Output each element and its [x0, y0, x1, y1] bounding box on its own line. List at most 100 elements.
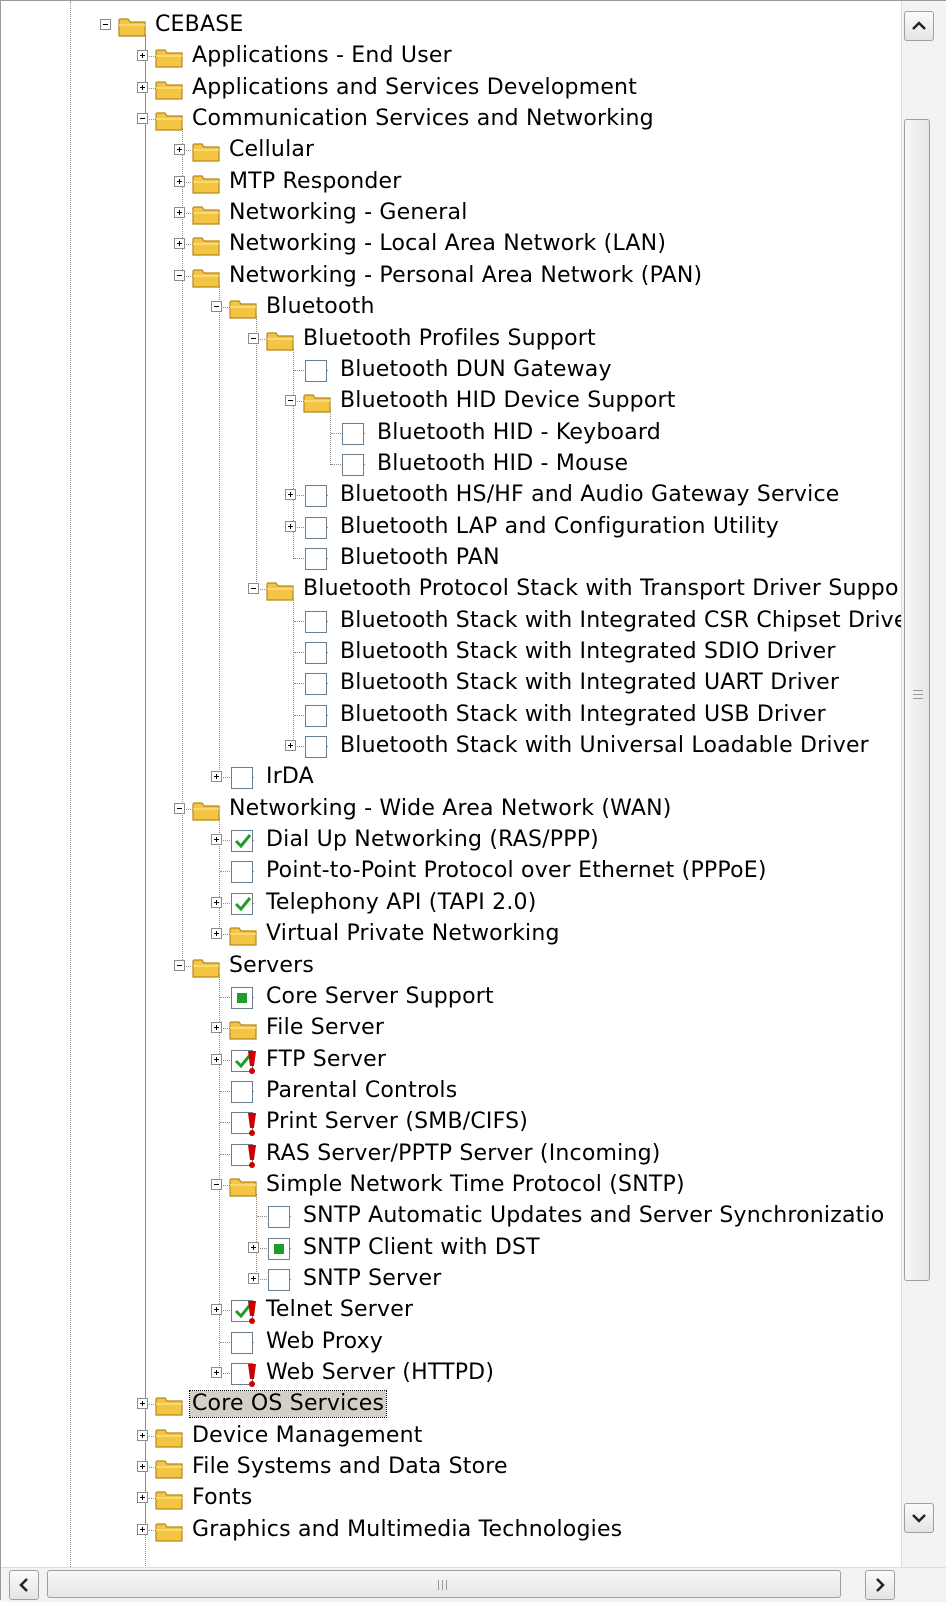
- scroll-up-button[interactable]: [904, 11, 934, 41]
- expand-icon[interactable]: [285, 520, 296, 532]
- collapse-icon[interactable]: [248, 332, 259, 344]
- collapse-icon[interactable]: [248, 583, 259, 595]
- collapse-icon[interactable]: [137, 113, 148, 125]
- tree-item-sntp-server[interactable]: SNTP Server: [1, 1265, 929, 1295]
- tree-item-point-to-point-protocol-over-ethernet-pppoe[interactable]: Point-to-Point Protocol over Ethernet (P…: [1, 857, 929, 887]
- checkbox[interactable]: [342, 453, 364, 476]
- tree-item-bluetooth-stack-with-integrated-uart-driver[interactable]: Bluetooth Stack with Integrated UART Dri…: [1, 669, 929, 699]
- collapse-icon[interactable]: [285, 395, 296, 407]
- tree-item-bluetooth-hid-mouse[interactable]: Bluetooth HID - Mouse: [1, 450, 929, 480]
- tree-item-mtp-responder[interactable]: MTP Responder: [1, 168, 929, 198]
- checkbox[interactable]: [231, 1080, 253, 1103]
- tree-item-web-server-httpd[interactable]: Web Server (HTTPD): [1, 1359, 929, 1389]
- tree-item-bluetooth[interactable]: Bluetooth: [1, 293, 929, 323]
- tree-item-fonts[interactable]: Fonts: [1, 1484, 929, 1514]
- checkbox[interactable]: [305, 516, 327, 539]
- checkbox[interactable]: [305, 736, 327, 759]
- checkbox[interactable]: [268, 1206, 290, 1229]
- expand-icon[interactable]: [211, 834, 222, 846]
- tree-item-networking-general[interactable]: Networking - General: [1, 199, 929, 229]
- expand-icon[interactable]: [211, 1053, 222, 1065]
- checkbox[interactable]: [231, 767, 253, 790]
- expand-icon[interactable]: [211, 928, 222, 940]
- vertical-scrollbar[interactable]: [901, 1, 946, 1567]
- scroll-left-button[interactable]: [9, 1570, 39, 1600]
- checkbox[interactable]: [305, 547, 327, 570]
- expand-icon[interactable]: [137, 81, 148, 93]
- expand-icon[interactable]: [285, 740, 296, 752]
- tree-item-sntp-client-with-dst[interactable]: SNTP Client with DST: [1, 1234, 929, 1264]
- tree-item-irda[interactable]: IrDA: [1, 763, 929, 793]
- collapse-icon[interactable]: [211, 301, 222, 313]
- tree-item-telnet-server[interactable]: Telnet Server: [1, 1296, 929, 1326]
- expand-icon[interactable]: [137, 1461, 148, 1473]
- tree-item-networking-wide-area-network-wan[interactable]: Networking - Wide Area Network (WAN): [1, 795, 929, 825]
- expand-icon[interactable]: [211, 1022, 222, 1034]
- expand-icon[interactable]: [248, 1241, 259, 1253]
- collapse-icon[interactable]: [100, 19, 111, 30]
- checkbox[interactable]: [231, 1331, 253, 1354]
- expand-icon[interactable]: [248, 1273, 259, 1284]
- tree-item-bluetooth-stack-with-integrated-sdio-driver[interactable]: Bluetooth Stack with Integrated SDIO Dri…: [1, 638, 929, 668]
- expand-icon[interactable]: [174, 144, 185, 156]
- vertical-scroll-thumb[interactable]: [904, 119, 930, 1281]
- expand-icon[interactable]: [137, 1492, 148, 1504]
- expand-icon[interactable]: [174, 207, 185, 219]
- tree-item-bluetooth-hid-device-support[interactable]: Bluetooth HID Device Support: [1, 387, 929, 417]
- checkbox[interactable]: [305, 704, 327, 727]
- horizontal-scrollbar[interactable]: [1, 1567, 946, 1602]
- expand-icon[interactable]: [137, 50, 148, 62]
- expand-icon[interactable]: [285, 489, 296, 501]
- expand-icon[interactable]: [137, 1429, 148, 1441]
- tree-item-parental-controls[interactable]: Parental Controls: [1, 1077, 929, 1107]
- tree-item-bluetooth-stack-with-integrated-csr-chipset-drive[interactable]: Bluetooth Stack with Integrated CSR Chip…: [1, 607, 929, 637]
- tree-item-bluetooth-stack-with-universal-loadable-driver[interactable]: Bluetooth Stack with Universal Loadable …: [1, 732, 929, 762]
- tree-item-bluetooth-profiles-support[interactable]: Bluetooth Profiles Support: [1, 325, 929, 355]
- tree-item-communication-services-and-networking[interactable]: Communication Services and Networking: [1, 105, 929, 135]
- checkbox[interactable]: [231, 830, 253, 853]
- tree-item-bluetooth-hid-keyboard[interactable]: Bluetooth HID - Keyboard: [1, 419, 929, 449]
- tree-item-file-server[interactable]: File Server: [1, 1014, 929, 1044]
- checkbox[interactable]: [268, 1269, 290, 1291]
- expand-icon[interactable]: [137, 1398, 148, 1410]
- tree-item-core-server-support[interactable]: Core Server Support: [1, 983, 929, 1013]
- tree-item-telephony-api-tapi-2-0[interactable]: Telephony API (TAPI 2.0): [1, 889, 929, 919]
- expand-icon[interactable]: [211, 896, 222, 908]
- horizontal-scroll-thumb[interactable]: [47, 1570, 841, 1598]
- tree-item-web-proxy[interactable]: Web Proxy: [1, 1328, 929, 1358]
- tree-item-ftp-server[interactable]: FTP Server: [1, 1046, 929, 1076]
- checkbox[interactable]: [268, 1237, 290, 1260]
- tree-item-networking-local-area-network-lan[interactable]: Networking - Local Area Network (LAN): [1, 230, 929, 260]
- tree-item-device-management[interactable]: Device Management: [1, 1422, 929, 1452]
- tree-item-cebase[interactable]: CEBASE: [1, 11, 929, 41]
- checkbox[interactable]: [305, 359, 327, 382]
- catalog-tree[interactable]: CEBASE Applications - End User Application…: [1, 1, 929, 1567]
- collapse-icon[interactable]: [174, 269, 185, 281]
- expand-icon[interactable]: [211, 1304, 222, 1316]
- tree-item-bluetooth-pan[interactable]: Bluetooth PAN: [1, 544, 929, 574]
- tree-item-virtual-private-networking[interactable]: Virtual Private Networking: [1, 920, 929, 950]
- tree-item-servers[interactable]: Servers: [1, 952, 929, 982]
- checkbox[interactable]: [305, 610, 327, 633]
- tree-item-bluetooth-lap-and-configuration-utility[interactable]: Bluetooth LAP and Configuration Utility: [1, 513, 929, 543]
- tree-item-file-systems-and-data-store[interactable]: File Systems and Data Store: [1, 1453, 929, 1483]
- tree-item-graphics-and-multimedia-technologies[interactable]: Graphics and Multimedia Technologies: [1, 1516, 929, 1546]
- checkbox[interactable]: [342, 422, 364, 445]
- tree-item-networking-personal-area-network-pan[interactable]: Networking - Personal Area Network (PAN): [1, 262, 929, 292]
- checkbox[interactable]: [231, 892, 253, 915]
- tree-item-bluetooth-dun-gateway[interactable]: Bluetooth DUN Gateway: [1, 356, 929, 386]
- collapse-icon[interactable]: [211, 1178, 222, 1190]
- checkbox[interactable]: [231, 986, 253, 1009]
- tree-item-bluetooth-hs-hf-and-audio-gateway-service[interactable]: Bluetooth HS/HF and Audio Gateway Servic…: [1, 481, 929, 511]
- tree-item-dial-up-networking-ras-ppp[interactable]: Dial Up Networking (RAS/PPP): [1, 826, 929, 856]
- checkbox[interactable]: [305, 485, 327, 508]
- tree-item-applications-end-user[interactable]: Applications - End User: [1, 42, 929, 72]
- collapse-icon[interactable]: [174, 959, 185, 971]
- tree-item-sntp-automatic-updates-and-server-synchronizatio[interactable]: SNTP Automatic Updates and Server Synchr…: [1, 1202, 929, 1232]
- tree-item-print-server-smb-cifs[interactable]: Print Server (SMB/CIFS): [1, 1108, 929, 1138]
- collapse-icon[interactable]: [174, 802, 185, 814]
- tree-item-bluetooth-stack-with-integrated-usb-driver[interactable]: Bluetooth Stack with Integrated USB Driv…: [1, 701, 929, 731]
- scroll-down-button[interactable]: [904, 1503, 934, 1533]
- tree-item-core-os-services[interactable]: Core OS Services: [1, 1390, 929, 1420]
- checkbox[interactable]: [305, 642, 327, 664]
